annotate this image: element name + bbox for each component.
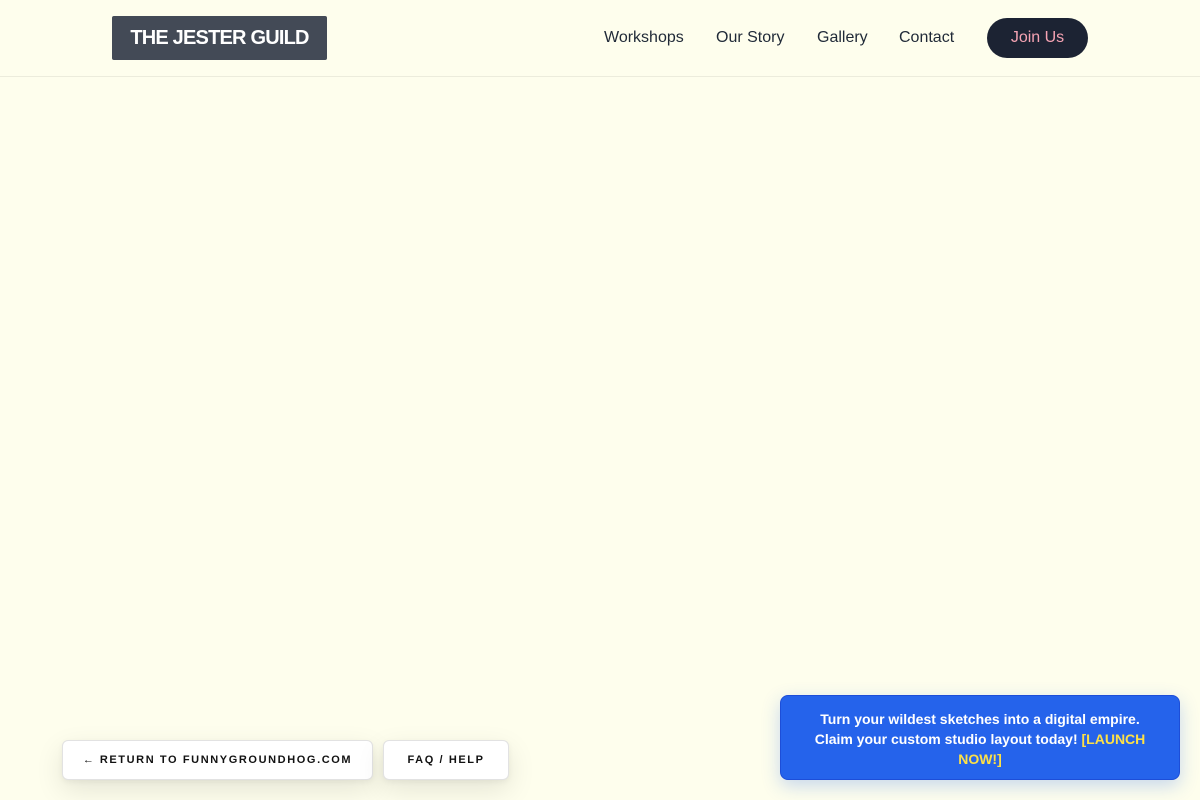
nav-link-gallery[interactable]: Gallery [817,28,868,48]
nav-link-workshops[interactable]: Workshops [604,28,684,48]
site-logo[interactable]: THE JESTER GUILD [112,16,327,60]
promo-subline: Claim your custom studio layout today! [814,731,1078,747]
promo-headline: Turn your wildest sketches into a digita… [820,711,1140,727]
site-header: THE JESTER GUILD Workshops Our Story Gal… [0,0,1200,77]
faq-help-label: FAQ / HELP [407,754,485,766]
nav-link-our-story[interactable]: Our Story [716,28,784,48]
join-us-button[interactable]: Join Us [987,18,1088,58]
back-arrow-icon: ← [82,754,94,766]
return-to-site-label: RETURN TO FUNNYGROUNDHOG.COM [99,754,353,766]
nav-link-contact[interactable]: Contact [899,28,954,48]
promo-banner: Turn your wildest sketches into a digita… [780,695,1180,780]
faq-help-button[interactable]: FAQ / HELP [383,740,509,780]
return-to-site-button[interactable]: ← RETURN TO FUNNYGROUNDHOG.COM [62,740,373,780]
